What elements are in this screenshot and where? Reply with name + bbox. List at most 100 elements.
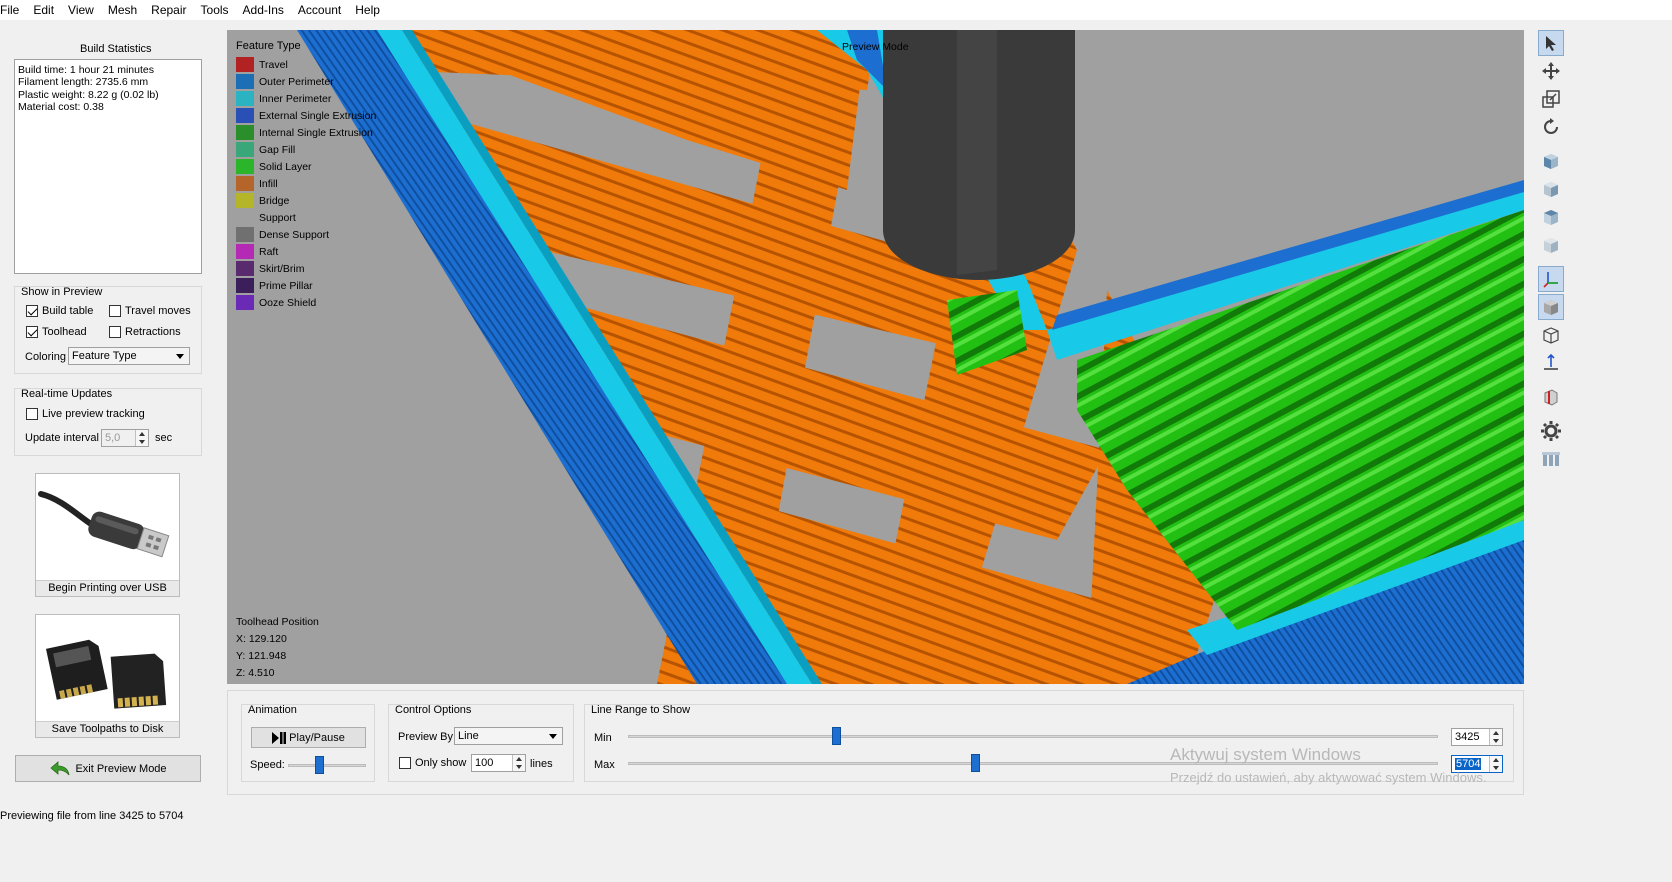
spin-arrows-icon[interactable] bbox=[135, 430, 148, 446]
update-interval-value: 5,0 bbox=[105, 432, 121, 444]
3d-preview-viewport[interactable]: Feature Type Travel Outer Perimeter Inner … bbox=[227, 30, 1524, 684]
min-label: Min bbox=[594, 732, 612, 744]
legend-item: Bridge bbox=[236, 192, 376, 209]
play-pause-button[interactable]: Play/Pause bbox=[251, 727, 366, 748]
feature-type-legend: Feature Type Travel Outer Perimeter Inner … bbox=[236, 40, 376, 311]
chevron-down-icon bbox=[549, 734, 557, 739]
legend-swatch bbox=[236, 261, 254, 276]
only-show-lines-spinbox[interactable]: 100 bbox=[471, 754, 526, 772]
live-tracking-check-icon[interactable] bbox=[26, 408, 38, 420]
material-cost-text: Material cost: 0.38 bbox=[18, 100, 104, 113]
menu-help[interactable]: Help bbox=[349, 0, 388, 20]
legend-item: Raft bbox=[236, 243, 376, 260]
min-slider-thumb[interactable] bbox=[832, 727, 842, 745]
move-icon[interactable] bbox=[1538, 58, 1564, 84]
menu-view[interactable]: View bbox=[62, 0, 102, 20]
filament-length-text: Filament length: 2735.6 mm bbox=[18, 76, 149, 89]
menu-add-ins[interactable]: Add-Ins bbox=[237, 0, 292, 20]
legend-label: Bridge bbox=[259, 194, 290, 207]
legend-item: Internal Single Extrusion bbox=[236, 124, 376, 141]
min-line-spinbox[interactable]: 3425 bbox=[1451, 728, 1503, 746]
toolhead-check-icon[interactable] bbox=[26, 326, 38, 338]
build-time-text: Build time: 1 hour 21 minutes bbox=[18, 64, 154, 76]
legend-label: Internal Single Extrusion bbox=[259, 126, 373, 139]
build-table-label: Build table bbox=[42, 305, 94, 317]
travel-moves-checkbox[interactable]: Travel moves bbox=[109, 305, 191, 317]
view-back-icon[interactable] bbox=[1538, 176, 1564, 202]
only-show-checkbox[interactable]: Only show bbox=[399, 757, 466, 769]
lines-unit-label: lines bbox=[530, 758, 553, 770]
legend-title: Feature Type bbox=[236, 40, 301, 52]
select-cursor-icon[interactable] bbox=[1538, 30, 1564, 56]
legend-label: Travel bbox=[259, 58, 288, 71]
legend-label: Support bbox=[259, 211, 296, 224]
speed-slider-thumb[interactable] bbox=[315, 756, 325, 774]
speed-slider-track[interactable] bbox=[288, 764, 366, 767]
save-toolpaths-label: Save Toolpaths to Disk bbox=[36, 721, 179, 737]
scale-icon[interactable] bbox=[1538, 86, 1564, 112]
solid-view-icon[interactable] bbox=[1538, 294, 1564, 320]
begin-printing-usb-button[interactable]: Begin Printing over USB bbox=[35, 473, 180, 597]
preview-by-value: Line bbox=[458, 730, 479, 742]
retractions-checkbox[interactable]: Retractions bbox=[109, 326, 181, 338]
max-slider-thumb[interactable] bbox=[970, 754, 980, 772]
control-options-group: Control Options Preview By Line Only sho… bbox=[388, 704, 574, 782]
prepare-print-icon[interactable] bbox=[1538, 446, 1564, 472]
menu-file[interactable]: File bbox=[0, 0, 27, 20]
rotate-icon[interactable] bbox=[1538, 114, 1564, 140]
coloring-select[interactable]: Feature Type bbox=[68, 347, 190, 365]
toolhead-z: Z: 4.510 bbox=[236, 667, 275, 679]
legend-label: Skirt/Brim bbox=[259, 262, 305, 275]
view-front-icon[interactable] bbox=[1538, 148, 1564, 174]
retractions-check-icon[interactable] bbox=[109, 326, 121, 338]
sd-card-icon bbox=[36, 615, 179, 721]
view-right-icon[interactable] bbox=[1538, 232, 1564, 258]
menu-repair[interactable]: Repair bbox=[145, 0, 194, 20]
travel-moves-check-icon[interactable] bbox=[109, 305, 121, 317]
build-statistics-box: Build time: 1 hour 21 minutes Filament l… bbox=[14, 59, 202, 274]
wireframe-view-icon[interactable] bbox=[1538, 322, 1564, 348]
toolpath-render bbox=[227, 30, 1524, 684]
build-table-checkbox[interactable]: Build table bbox=[26, 305, 93, 317]
coloring-value: Feature Type bbox=[72, 350, 137, 362]
legend-swatch bbox=[236, 142, 254, 157]
legend-swatch bbox=[236, 193, 254, 208]
spin-arrows-icon[interactable] bbox=[1489, 756, 1502, 772]
toolhead-x: X: 129.120 bbox=[236, 633, 287, 645]
status-bar: Previewing file from line 3425 to 5704 bbox=[0, 810, 184, 822]
show-in-preview-group: Show in Preview Build table Travel moves… bbox=[14, 286, 202, 374]
live-preview-tracking-checkbox[interactable]: Live preview tracking bbox=[26, 408, 145, 420]
spin-arrows-icon[interactable] bbox=[1489, 729, 1502, 745]
menu-tools[interactable]: Tools bbox=[195, 0, 237, 20]
legend-swatch bbox=[236, 210, 254, 225]
min-slider-track[interactable] bbox=[628, 735, 1438, 738]
build-statistics-title: Build Statistics bbox=[80, 43, 152, 55]
normal-vector-icon[interactable] bbox=[1538, 350, 1564, 376]
preview-by-select[interactable]: Line bbox=[454, 727, 563, 745]
menu-edit[interactable]: Edit bbox=[27, 0, 62, 20]
legend-item: Skirt/Brim bbox=[236, 260, 376, 277]
legend-swatch bbox=[236, 278, 254, 293]
legend-swatch bbox=[236, 295, 254, 310]
spin-arrows-icon[interactable] bbox=[512, 755, 525, 771]
toolhead-checkbox[interactable]: Toolhead bbox=[26, 326, 87, 338]
axes-icon[interactable] bbox=[1538, 266, 1564, 292]
menu-mesh[interactable]: Mesh bbox=[102, 0, 145, 20]
build-table-check-icon[interactable] bbox=[26, 305, 38, 317]
cross-section-icon[interactable] bbox=[1538, 384, 1564, 410]
update-interval-spinbox[interactable]: 5,0 bbox=[101, 429, 149, 447]
view-left-icon[interactable] bbox=[1538, 204, 1564, 230]
exit-preview-mode-button[interactable]: Exit Preview Mode bbox=[15, 755, 201, 782]
toolhead-label: Toolhead bbox=[42, 326, 87, 338]
settings-gear-icon[interactable] bbox=[1538, 418, 1564, 444]
legend-item: Inner Perimeter bbox=[236, 90, 376, 107]
legend-item: Travel bbox=[236, 56, 376, 73]
speed-label: Speed: bbox=[250, 759, 285, 771]
legend-swatch bbox=[236, 91, 254, 106]
only-show-lines-value: 100 bbox=[475, 757, 494, 769]
only-show-check-icon[interactable] bbox=[399, 757, 411, 769]
toolhead-position: Toolhead Position X: 129.120 Y: 121.948 … bbox=[236, 614, 319, 682]
save-toolpaths-button[interactable]: Save Toolpaths to Disk bbox=[35, 614, 180, 738]
legend-label: Ooze Shield bbox=[259, 296, 317, 309]
menu-account[interactable]: Account bbox=[292, 0, 349, 20]
